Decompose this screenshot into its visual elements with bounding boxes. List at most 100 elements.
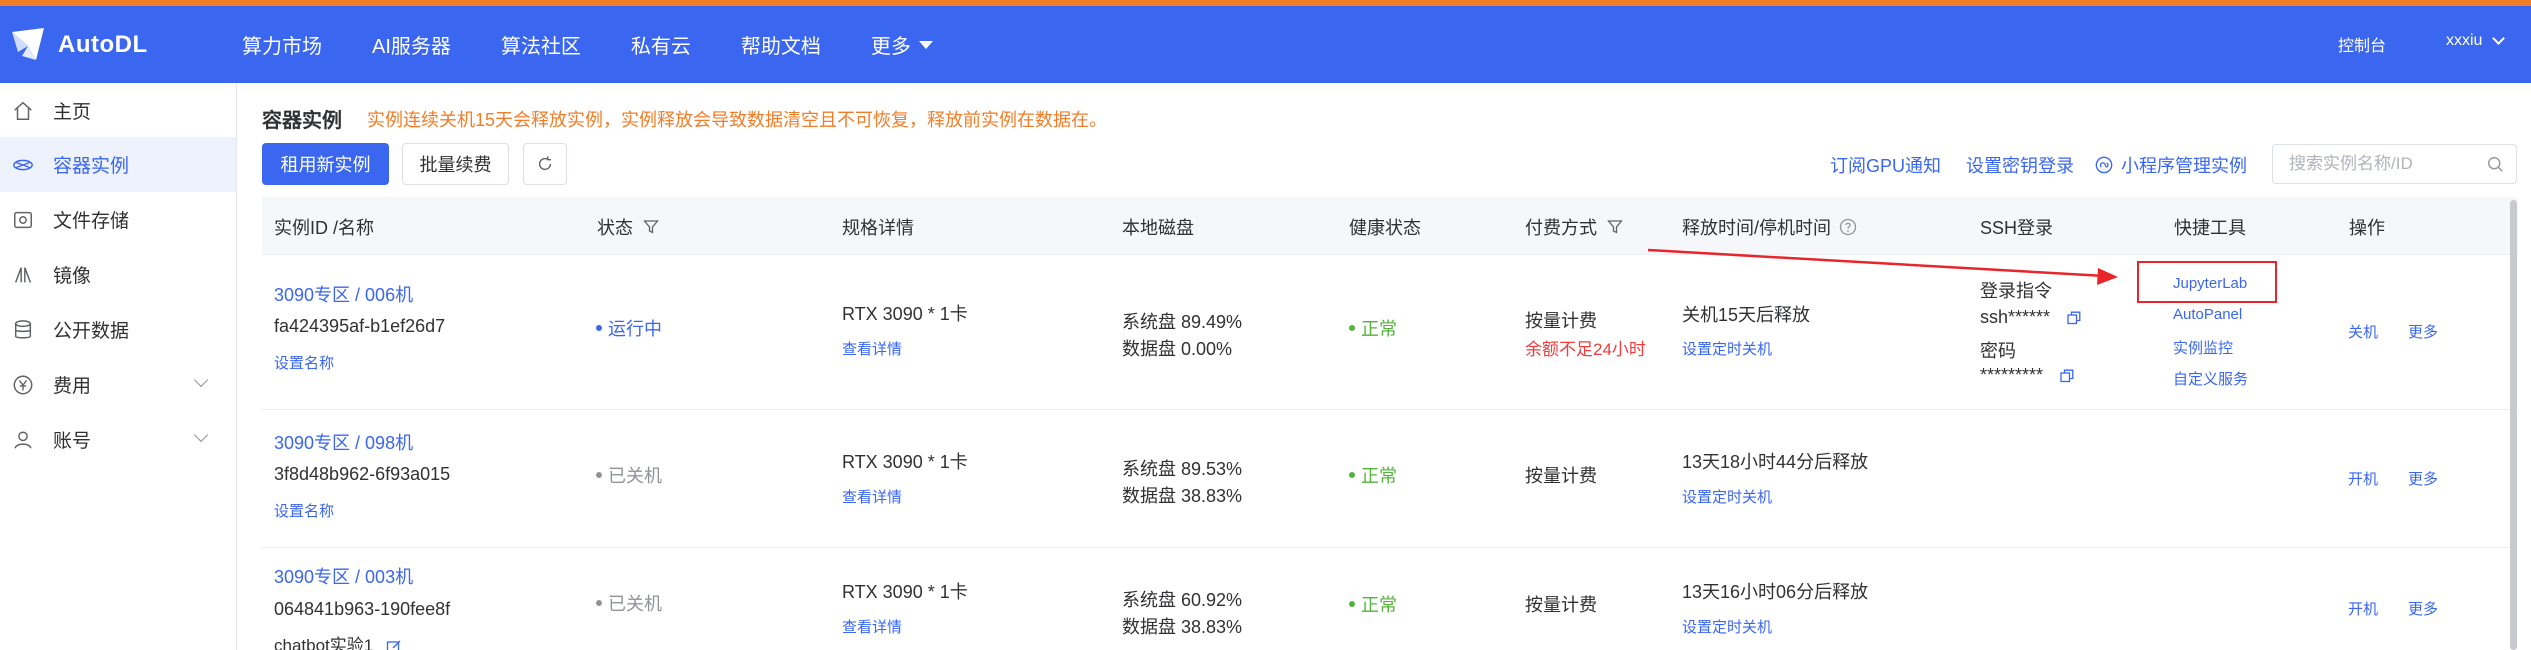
spec-text: RTX 3090 * 1卡 xyxy=(842,304,968,324)
sidebar-item-file-storage[interactable]: 文件存储 xyxy=(0,192,236,247)
status-text: 运行中 xyxy=(608,319,662,339)
filter-icon[interactable] xyxy=(643,219,659,235)
copy-icon[interactable] xyxy=(2060,369,2074,383)
refresh-icon xyxy=(538,156,552,171)
billing-type: 按量计费 xyxy=(1525,466,1597,486)
table-header: 实例ID /名称 状态 规格详情 本地磁盘 健康状态 付费方式 释放时间/停机时… xyxy=(262,197,2518,255)
container-icon xyxy=(11,153,35,177)
instance-id: 064841b963-190fee8f xyxy=(274,599,451,619)
start-link[interactable]: 开机 xyxy=(2348,468,2378,489)
main-nav: 算力市场 AI服务器 算法社区 私有云 帮助文档 更多 xyxy=(242,6,983,83)
disk-data: 数据盘 38.83% xyxy=(1122,617,1243,637)
more-link[interactable]: 更多 xyxy=(2408,598,2438,619)
nav-item-ai-server[interactable]: AI服务器 xyxy=(372,30,451,59)
ssh-key-link[interactable]: 设置密钥登录 xyxy=(1966,152,2074,178)
instance-custom-name: chatbot实验1 xyxy=(274,631,402,650)
nav-label: 更多 xyxy=(870,36,911,58)
sidebar-item-containers[interactable]: 容器实例 xyxy=(0,137,236,192)
status-badge: 已关机 xyxy=(596,590,662,616)
col-actions: 操作 xyxy=(2349,218,2385,238)
sidebar-item-billing[interactable]: 费用 xyxy=(0,357,236,412)
instance-name-link[interactable]: 3090专区 / 003机 xyxy=(274,563,413,589)
table-scrollbar[interactable] xyxy=(2510,200,2517,650)
health-dot xyxy=(1349,601,1355,607)
instance-name-link[interactable]: 3090专区 / 098机 xyxy=(274,429,413,455)
disk-system: 系统盘 89.53% xyxy=(1122,459,1243,479)
refresh-button[interactable] xyxy=(523,143,567,185)
release-time: 关机15天后释放 xyxy=(1682,305,1811,325)
col-billing[interactable]: 付费方式 xyxy=(1525,214,1623,240)
edit-icon[interactable] xyxy=(386,639,402,650)
health-text: 正常 xyxy=(1361,319,1397,339)
custom-name-text: chatbot实验1 xyxy=(274,636,374,650)
search-icon[interactable] xyxy=(2487,156,2504,173)
help-icon[interactable] xyxy=(1839,218,1857,236)
miniapp-link-label: 小程序管理实例 xyxy=(2121,156,2247,176)
chevron-down-icon xyxy=(193,427,209,443)
nav-item-market[interactable]: 算力市场 xyxy=(242,30,322,59)
sidebar-item-account[interactable]: 账号 xyxy=(0,412,236,467)
set-shutdown-link[interactable]: 设置定时关机 xyxy=(1682,338,1772,359)
spec-detail-link[interactable]: 查看详情 xyxy=(842,616,902,637)
status-text: 已关机 xyxy=(608,594,662,614)
status-dot xyxy=(596,600,602,606)
copy-icon[interactable] xyxy=(2067,311,2081,325)
custom-service-link[interactable]: 自定义服务 xyxy=(2173,368,2248,389)
status-text: 已关机 xyxy=(608,466,662,486)
image-icon xyxy=(11,263,35,287)
balance-warning: 余额不足24小时 xyxy=(1525,340,1646,359)
disk-data: 数据盘 0.00% xyxy=(1122,339,1233,359)
status-dot xyxy=(596,472,602,478)
set-name-link[interactable]: 设置名称 xyxy=(274,500,334,521)
set-shutdown-link[interactable]: 设置定时关机 xyxy=(1682,616,1772,637)
status-badge: 已关机 xyxy=(596,462,662,488)
sidebar-item-home[interactable]: 主页 xyxy=(0,83,236,138)
instance-id: 3f8d48b962-6f93a015 xyxy=(274,464,451,484)
status-dot xyxy=(596,325,602,331)
ssh-pwd-label: 密码 xyxy=(1980,341,2016,361)
nav-label: 私有云 xyxy=(630,36,691,58)
subscribe-gpu-link[interactable]: 订阅GPU通知 xyxy=(1830,152,1941,178)
more-link[interactable]: 更多 xyxy=(2408,321,2438,342)
miniapp-link[interactable]: 小程序管理实例 xyxy=(2095,152,2247,178)
spec-detail-link[interactable]: 查看详情 xyxy=(842,486,902,507)
autodl-logo[interactable]: AutoDL xyxy=(8,26,148,64)
chevron-down-icon xyxy=(193,372,209,388)
more-link[interactable]: 更多 xyxy=(2408,468,2438,489)
sidebar-item-label: 文件存储 xyxy=(53,211,130,232)
nav-label: 算法社区 xyxy=(500,36,581,58)
col-status[interactable]: 状态 xyxy=(597,214,659,240)
batch-renew-button[interactable]: 批量续费 xyxy=(402,143,509,185)
user-menu[interactable]: xxxiu xyxy=(2446,31,2506,50)
sidebar-item-label: 费用 xyxy=(53,376,92,397)
nav-label: 算力市场 xyxy=(242,36,322,58)
release-time: 13天16小时06分后释放 xyxy=(1682,582,1869,602)
shutdown-link[interactable]: 关机 xyxy=(2348,321,2378,342)
col-tools: 快捷工具 xyxy=(2174,218,2246,238)
rent-instance-button[interactable]: 租用新实例 xyxy=(262,143,389,185)
search-input[interactable] xyxy=(2289,145,2489,183)
sidebar-item-label: 公开数据 xyxy=(53,321,130,342)
col-release-label: 释放时间/停机时间 xyxy=(1682,218,1832,238)
monitor-link[interactable]: 实例监控 xyxy=(2173,337,2233,358)
start-link[interactable]: 开机 xyxy=(2348,598,2378,619)
spec-detail-link[interactable]: 查看详情 xyxy=(842,338,902,359)
nav-item-community[interactable]: 算法社区 xyxy=(501,30,581,59)
instance-name-link[interactable]: 3090专区 / 006机 xyxy=(274,281,413,307)
nav-item-private-cloud[interactable]: 私有云 xyxy=(631,30,691,59)
spec-text: RTX 3090 * 1卡 xyxy=(842,582,968,602)
sidebar-item-public-data[interactable]: 公开数据 xyxy=(0,302,236,357)
set-shutdown-link[interactable]: 设置定时关机 xyxy=(1682,486,1772,507)
autopanel-link[interactable]: AutoPanel xyxy=(2173,306,2242,323)
instance-id: fa424395af-b1ef26d7 xyxy=(274,316,446,336)
top-navbar: AutoDL 算力市场 AI服务器 算法社区 私有云 帮助文档 更多 控制台 x… xyxy=(0,6,2531,83)
nav-item-docs[interactable]: 帮助文档 xyxy=(741,30,821,59)
nav-item-more[interactable]: 更多 xyxy=(871,30,933,59)
sidebar-item-images[interactable]: 镜像 xyxy=(0,247,236,302)
set-name-link[interactable]: 设置名称 xyxy=(274,352,334,373)
miniapp-icon xyxy=(2095,156,2113,174)
filter-icon[interactable] xyxy=(1607,219,1623,235)
health-badge: 正常 xyxy=(1349,315,1397,341)
instance-search xyxy=(2272,144,2517,184)
console-link[interactable]: 控制台 xyxy=(2338,32,2386,56)
